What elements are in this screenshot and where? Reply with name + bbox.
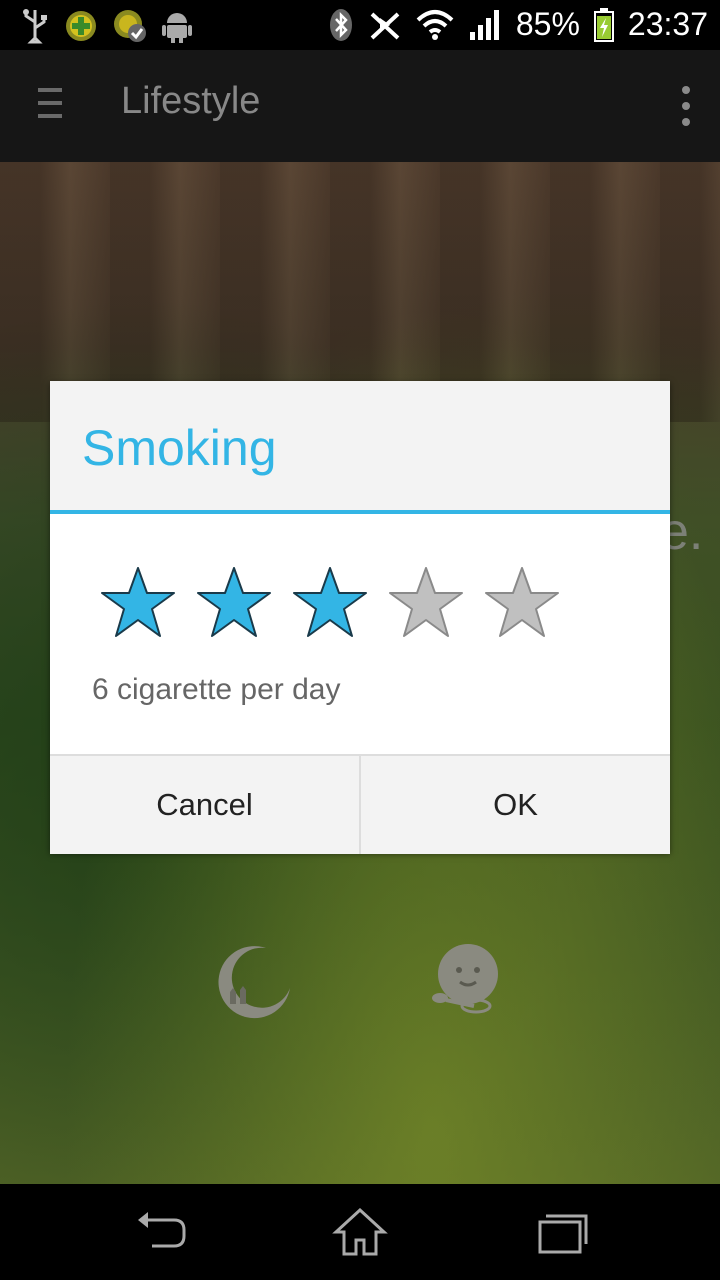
- cancel-button[interactable]: Cancel: [50, 756, 359, 854]
- dialog-description: 6 cigarette per day: [92, 673, 341, 706]
- app-icon-check: [112, 8, 148, 44]
- bluetooth-icon: [328, 8, 354, 42]
- dialog-title: Smoking: [82, 420, 277, 476]
- home-icon[interactable]: [330, 1207, 390, 1256]
- status-bar: 85% 23:37: [0, 0, 720, 50]
- ok-button[interactable]: OK: [359, 756, 670, 854]
- rating-bar[interactable]: [100, 565, 560, 641]
- battery-charging-icon: [593, 7, 614, 42]
- android-debug-icon: [162, 9, 192, 43]
- recent-apps-icon[interactable]: [534, 1208, 594, 1256]
- star-filled-icon[interactable]: [196, 565, 272, 641]
- star-empty-icon[interactable]: [388, 565, 464, 641]
- battery-percent: 85%: [515, 6, 580, 42]
- star-filled-icon[interactable]: [100, 565, 176, 641]
- star-empty-icon[interactable]: [484, 565, 560, 641]
- navigation-bar: [0, 1184, 720, 1280]
- back-icon[interactable]: [134, 1208, 194, 1256]
- dialog-buttons: Cancel OK: [50, 754, 670, 854]
- app-icon-green: [64, 9, 98, 43]
- drawer-menu-icon[interactable]: [38, 88, 62, 120]
- overflow-menu-icon[interactable]: [682, 86, 690, 126]
- moon-cats-icon[interactable]: [214, 942, 294, 1026]
- page-title: Lifestyle: [121, 80, 261, 122]
- signal-icon: [468, 8, 502, 42]
- baby-face-icon[interactable]: [424, 940, 504, 1024]
- nfc-icon: [368, 8, 402, 42]
- wifi-icon: [416, 8, 454, 42]
- smoking-dialog: Smoking 6 cigarette per day Cancel OK: [50, 381, 670, 854]
- star-filled-icon[interactable]: [292, 565, 368, 641]
- action-bar: Lifestyle: [0, 50, 720, 162]
- dialog-header: Smoking: [50, 381, 670, 514]
- clock: 23:37: [627, 6, 708, 42]
- usb-icon: [20, 8, 50, 44]
